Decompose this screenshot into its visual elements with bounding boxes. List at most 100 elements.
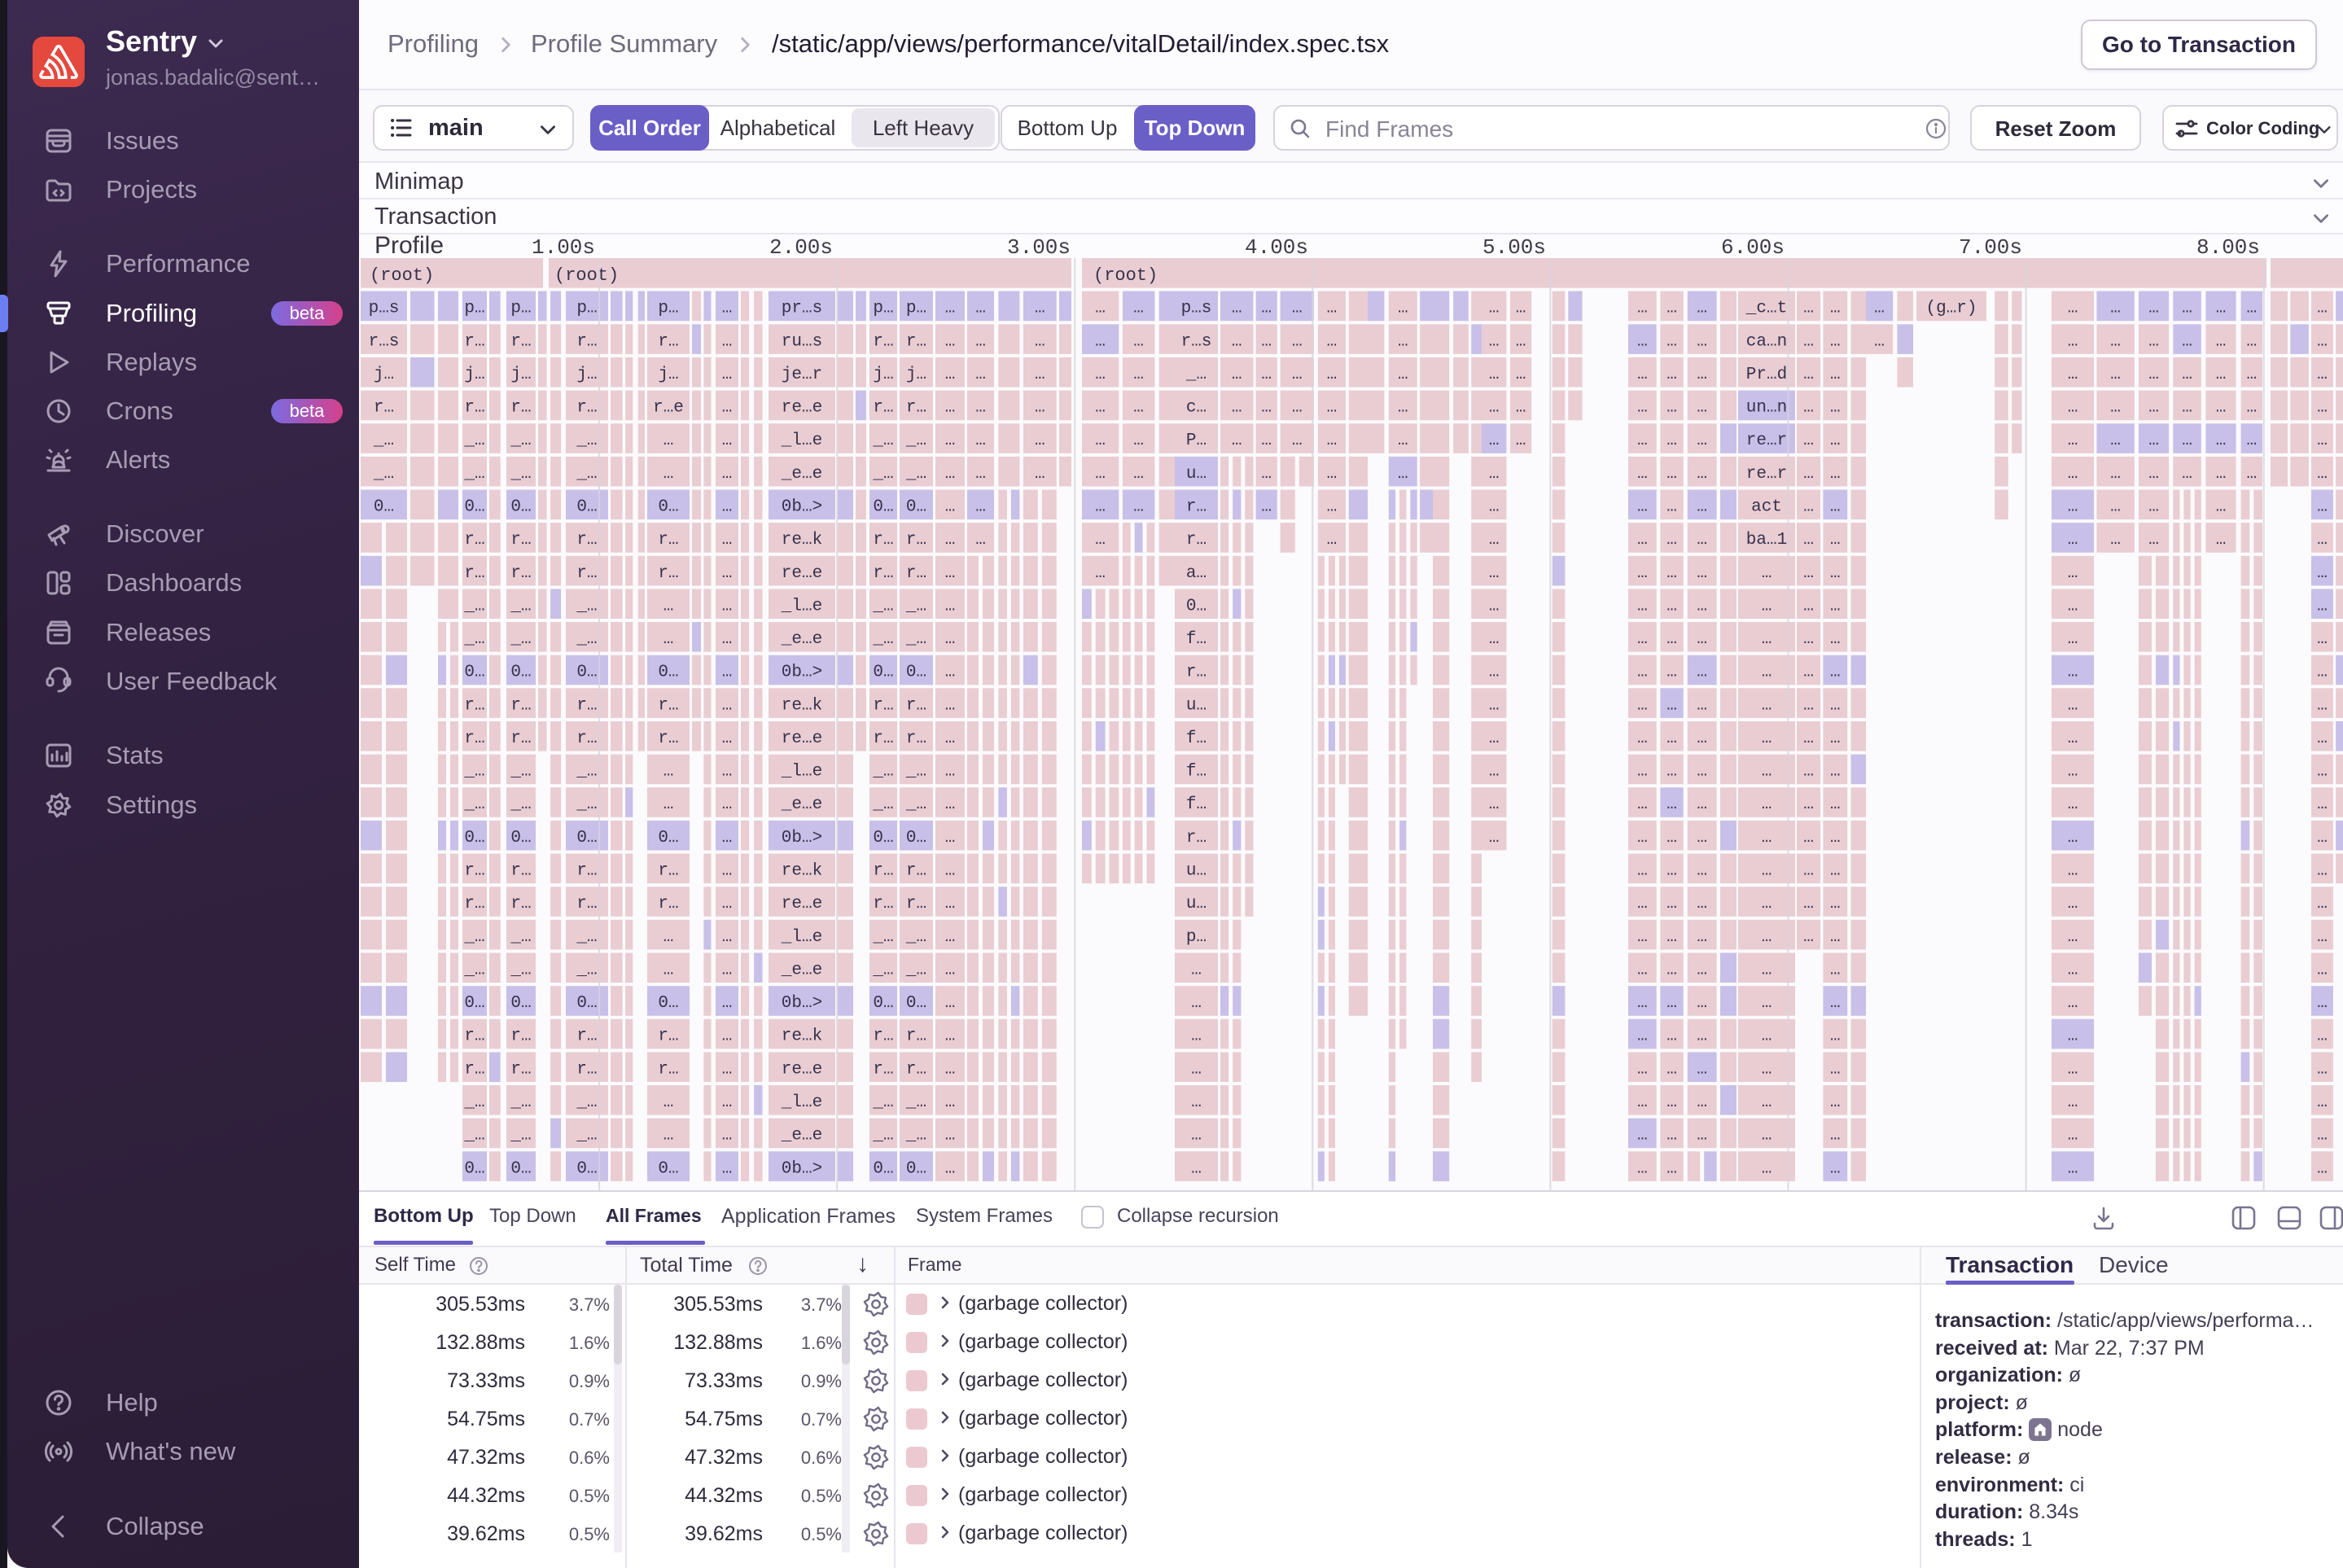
svg-text:…: …: [1803, 300, 1814, 318]
svg-text:…: …: [1261, 399, 1272, 418]
svg-text:…: …: [1803, 366, 1814, 384]
svg-text:…: …: [1516, 332, 1526, 351]
svg-text:…: …: [1191, 994, 1202, 1013]
svg-text:_…: _…: [576, 431, 597, 450]
svg-text:_…: _…: [1185, 366, 1207, 384]
svg-text:…: …: [663, 1093, 674, 1112]
svg-text:_…: _…: [463, 630, 484, 649]
svg-text:…: …: [2148, 465, 2159, 484]
svg-text:…: …: [1666, 1159, 1677, 1178]
svg-text:…: …: [1489, 431, 1500, 450]
svg-text:ba…1: ba…1: [1746, 531, 1787, 550]
svg-text:r…: r…: [576, 862, 597, 881]
svg-text:…: …: [1666, 763, 1677, 782]
svg-text:…: …: [1697, 1093, 1707, 1112]
svg-text:…: …: [1637, 961, 1648, 979]
svg-text:…: …: [1191, 1159, 1202, 1178]
svg-text:…: …: [1803, 630, 1814, 649]
svg-text:_…: _…: [576, 630, 597, 649]
svg-text:…: …: [1666, 994, 1677, 1013]
svg-text:0b…>: 0b…>: [782, 498, 822, 517]
svg-text:p…: p…: [1186, 928, 1207, 947]
svg-text:0…: 0…: [374, 498, 394, 517]
svg-text:0…: 0…: [576, 498, 597, 517]
svg-text:_e…e: _e…e: [781, 465, 822, 484]
svg-text:u…: u…: [1186, 465, 1207, 484]
svg-text:r…: r…: [658, 895, 678, 913]
svg-text:…: …: [1261, 366, 1272, 384]
svg-text:r…: r…: [464, 332, 484, 351]
svg-text:…: …: [1095, 431, 1106, 450]
svg-text:…: …: [1637, 795, 1648, 814]
svg-text:…: …: [1697, 795, 1707, 814]
svg-text:…: …: [2317, 465, 2328, 484]
svg-text:_…: _…: [576, 1127, 597, 1145]
svg-text:…: …: [2068, 928, 2078, 947]
svg-text:0b…>: 0b…>: [782, 994, 822, 1013]
svg-text:…: …: [1489, 664, 1500, 682]
svg-text:r…: r…: [464, 1060, 484, 1079]
svg-text:pr…s: pr…s: [782, 300, 822, 318]
svg-text:_l…e: _l…e: [781, 597, 822, 615]
svg-text:…: …: [1191, 1060, 1202, 1079]
svg-text:r…: r…: [576, 564, 597, 583]
svg-text:_…: _…: [872, 1093, 893, 1112]
svg-text:…: …: [722, 431, 733, 450]
svg-text:…: …: [722, 961, 733, 979]
svg-text:…: …: [2246, 300, 2257, 318]
svg-text:…: …: [2317, 1027, 2328, 1046]
svg-text:…: …: [663, 763, 674, 782]
svg-text:…: …: [975, 332, 986, 351]
svg-text:r…: r…: [906, 1027, 926, 1046]
svg-text:…: …: [1666, 862, 1677, 881]
svg-text:_…: _…: [576, 928, 597, 947]
svg-text:0…: 0…: [510, 498, 531, 517]
svg-text:_…: _…: [905, 431, 926, 450]
svg-text:…: …: [1666, 961, 1677, 979]
svg-text:…: …: [2246, 366, 2257, 384]
svg-text:p…: p…: [906, 300, 926, 318]
svg-text:_…: _…: [463, 465, 484, 484]
svg-text:…: …: [945, 597, 956, 615]
svg-text:…: …: [2317, 994, 2328, 1013]
svg-text:0…: 0…: [873, 994, 893, 1013]
svg-text:r…: r…: [873, 895, 893, 913]
svg-text:…: …: [2068, 498, 2078, 517]
svg-text:…: …: [945, 1060, 956, 1079]
svg-text:0…: 0…: [658, 498, 678, 517]
svg-text:…: …: [1762, 1027, 1772, 1046]
svg-text:_…: _…: [872, 928, 893, 947]
svg-text:_…: _…: [373, 465, 394, 484]
svg-text:…: …: [1095, 399, 1106, 418]
svg-text:…: …: [2182, 366, 2192, 384]
svg-text:…: …: [1803, 895, 1814, 913]
svg-text:…: …: [1133, 300, 1144, 318]
svg-text:_…: _…: [510, 597, 531, 615]
svg-text:_…: _…: [905, 630, 926, 649]
svg-text:P…: P…: [1186, 431, 1207, 450]
svg-text:j…: j…: [873, 366, 893, 384]
svg-text:…: …: [2068, 696, 2078, 715]
svg-text:…: …: [1489, 366, 1500, 384]
svg-text:0…: 0…: [873, 1159, 893, 1178]
svg-text:…: …: [1666, 1027, 1677, 1046]
svg-text:r…: r…: [374, 399, 394, 418]
svg-text:…: …: [2317, 1159, 2328, 1178]
svg-text:…: …: [2182, 431, 2192, 450]
svg-text:…: …: [1516, 399, 1526, 418]
svg-text:je…r: je…r: [782, 366, 822, 384]
svg-text:…: …: [945, 366, 956, 384]
svg-text:_…: _…: [872, 431, 893, 450]
svg-text:r…: r…: [576, 399, 597, 418]
svg-text:…: …: [2246, 332, 2257, 351]
svg-text:0…: 0…: [464, 1159, 484, 1178]
svg-text:r…: r…: [576, 531, 597, 550]
svg-text:0b…>: 0b…>: [782, 1159, 822, 1178]
svg-text:f…: f…: [1186, 729, 1207, 748]
svg-text:…: …: [1762, 564, 1772, 583]
svg-text:…: …: [1803, 862, 1814, 881]
svg-text:…: …: [2317, 763, 2328, 782]
svg-text:j…: j…: [658, 366, 678, 384]
svg-text:0…: 0…: [510, 829, 531, 848]
svg-text:…: …: [1803, 597, 1814, 615]
